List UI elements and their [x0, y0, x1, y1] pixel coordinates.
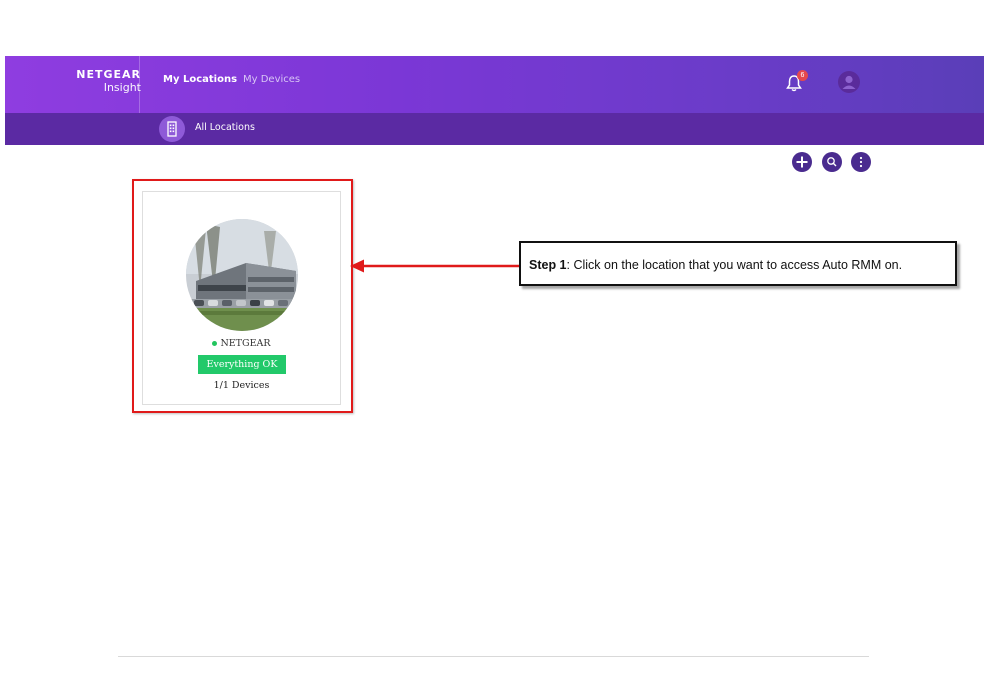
footer-divider: [118, 656, 869, 657]
all-locations-selector[interactable]: All Locations: [195, 122, 255, 133]
search-button[interactable]: [822, 152, 842, 172]
notification-badge: 6: [797, 70, 808, 81]
step-instruction: : Click on the location that you want to…: [566, 258, 903, 272]
page: NETGEAR Insight My Locations My Devices …: [0, 0, 999, 681]
callout-text: Step 1: Click on the location that you w…: [529, 258, 902, 272]
location-bar: All Locations: [5, 113, 984, 145]
top-header: NETGEAR Insight My Locations My Devices …: [5, 56, 984, 113]
more-options-button[interactable]: [851, 152, 871, 172]
plus-icon: [796, 156, 808, 168]
search-icon: [827, 157, 837, 167]
location-photo: [186, 219, 298, 331]
add-location-button[interactable]: [792, 152, 812, 172]
instruction-callout: Step 1: Click on the location that you w…: [519, 241, 957, 286]
header-divider: [139, 56, 140, 113]
location-card[interactable]: NETGEAR Everything OK 1/1 Devices: [142, 191, 341, 405]
more-vertical-icon: [859, 156, 863, 168]
location-name-text: NETGEAR: [220, 338, 271, 349]
netgear-insight-logo[interactable]: NETGEAR Insight: [49, 69, 141, 101]
online-status-dot: [212, 341, 218, 346]
location-name: NETGEAR: [143, 338, 340, 349]
brand-name: NETGEAR: [76, 68, 141, 81]
building-icon: [159, 116, 185, 142]
brand-sub: Insight: [103, 81, 141, 94]
status-badge: Everything OK: [198, 355, 286, 374]
annotation-arrow: [350, 259, 522, 273]
tab-my-locations[interactable]: My Locations: [163, 74, 237, 85]
step-label: Step 1: [529, 258, 567, 272]
user-avatar-icon[interactable]: [838, 71, 860, 93]
device-count: 1/1 Devices: [213, 380, 270, 391]
tab-my-devices[interactable]: My Devices: [243, 74, 300, 85]
